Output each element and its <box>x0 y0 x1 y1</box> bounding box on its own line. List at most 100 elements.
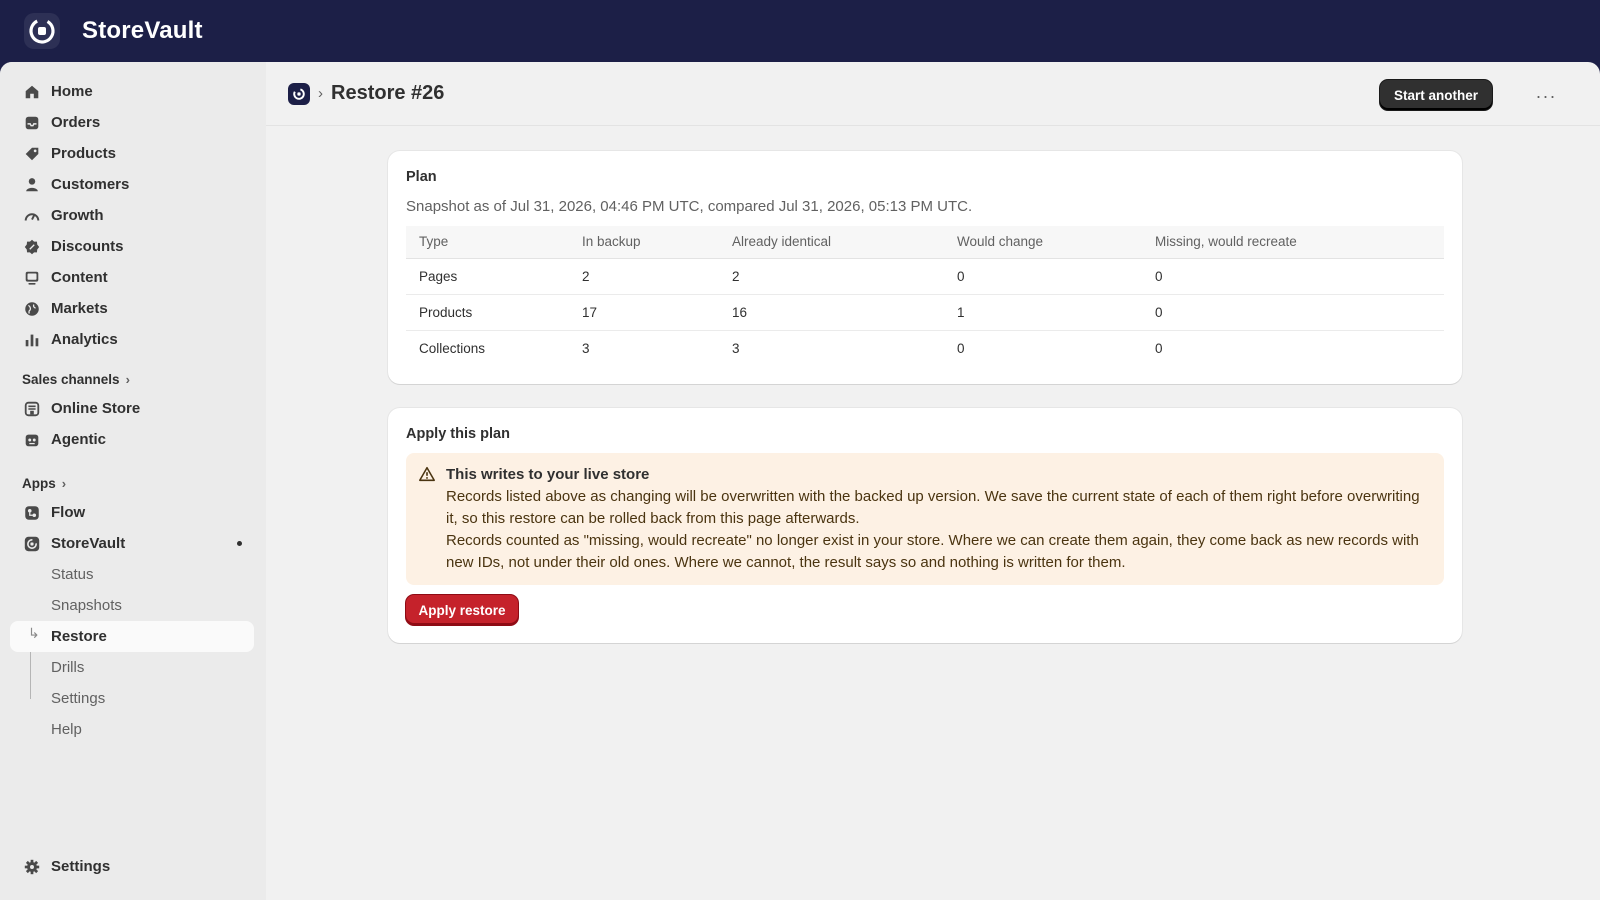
sidebar-item-label: Settings <box>51 858 111 875</box>
table-cell: 0 <box>957 340 965 356</box>
sidebar-sub-snapshots[interactable]: Snapshots <box>10 590 254 621</box>
table-cell: 3 <box>732 340 740 356</box>
sidebar-item-label: StoreVault <box>51 535 126 552</box>
gear-icon <box>22 857 42 877</box>
sidebar-item-label: Flow <box>51 504 86 521</box>
sidebar-item-markets[interactable]: Markets <box>10 293 254 324</box>
breadcrumb-separator-icon: › <box>318 85 323 102</box>
chevron-right-icon: › <box>125 371 130 387</box>
plan-card: Plan Snapshot as of Jul 31, 2026, 04:46 … <box>388 151 1462 384</box>
table-cell: 17 <box>569 294 719 331</box>
inbox-icon <box>22 113 42 133</box>
sales-channels-header[interactable]: Sales channels › <box>0 365 266 393</box>
apps-header[interactable]: Apps › <box>0 469 266 497</box>
robot-icon <box>22 430 42 450</box>
sales-channels-label: Sales channels <box>22 371 120 387</box>
globe-icon <box>22 299 42 319</box>
column-header: In backup <box>569 226 719 259</box>
table-cell: 2 <box>719 258 944 295</box>
sidebar-item-label: Orders <box>51 114 101 131</box>
bar-chart-icon <box>22 330 42 350</box>
content-icon <box>22 268 42 288</box>
sidebar-item-settings[interactable]: Settings <box>10 851 254 882</box>
table-row: Products 17 16 1 0 <box>406 294 1444 331</box>
storevault-icon <box>22 534 42 554</box>
plan-title: Plan <box>406 169 437 185</box>
home-icon <box>22 82 42 102</box>
chevron-right-icon: › <box>61 475 67 491</box>
warning-banner: This writes to your live store Records l… <box>406 453 1444 585</box>
apply-restore-button[interactable]: Apply restore <box>406 595 518 625</box>
sidebar-item-label: Home <box>51 83 93 100</box>
sidebar-item-label: Analytics <box>51 331 118 348</box>
sidebar-item-label: Content <box>51 269 108 286</box>
apps-label: Apps <box>22 475 56 491</box>
sidebar-item-label: Agentic <box>51 431 107 448</box>
person-icon <box>22 175 42 195</box>
column-header: Type <box>406 226 569 259</box>
table-cell: 0 <box>1142 294 1444 331</box>
table-cell: 2 <box>569 258 719 295</box>
sidebar-item-content[interactable]: Content <box>10 262 254 293</box>
column-header: Already identical <box>719 226 944 259</box>
main-content: › Restore #26 Start another ··· Plan Sna… <box>266 62 1600 900</box>
sidebar-item-agentic[interactable]: Agentic <box>10 424 254 455</box>
sidebar-item-label: Customers <box>51 176 130 193</box>
sidebar-item-analytics[interactable]: Analytics <box>10 324 254 355</box>
sidebar-item-flow[interactable]: Flow <box>10 497 254 528</box>
more-actions-button[interactable]: ··· <box>1532 82 1560 110</box>
sidebar-sub-status[interactable]: Status <box>10 559 254 590</box>
sidebar-footer: Settings <box>0 851 266 882</box>
sidebar-item-discounts[interactable]: Discounts <box>10 231 254 262</box>
table-cell: Pages <box>406 258 569 295</box>
sidebar-item-label: Discounts <box>51 238 124 255</box>
table-row: Pages 2 2 0 0 <box>406 258 1444 295</box>
sidebar-item-online-store[interactable]: Online Store <box>10 393 254 424</box>
storevault-icon[interactable] <box>288 82 310 105</box>
sidebar-item-label: Markets <box>51 300 108 317</box>
tag-icon <box>22 144 42 164</box>
sidebar-sub-settings[interactable]: Settings <box>10 683 254 714</box>
flow-icon <box>22 503 42 523</box>
sidebar-item-label: Products <box>51 145 117 162</box>
top-bar: StoreVault <box>0 0 1600 62</box>
discount-icon <box>22 237 42 257</box>
sidebar-sub-restore[interactable]: ↳ Restore <box>10 621 254 652</box>
tree-branch-icon: ↳ <box>28 625 40 641</box>
pinned-dot-icon <box>237 541 242 546</box>
table-cell: 3 <box>582 340 590 356</box>
plan-subtitle: Snapshot as of Jul 31, 2026, 04:46 PM UT… <box>406 198 973 215</box>
sidebar-item-label: Growth <box>51 207 104 224</box>
table-cell: Collections <box>419 340 486 356</box>
sidebar-item-products[interactable]: Products <box>10 138 254 169</box>
column-header: Missing, would recreate <box>1142 226 1444 259</box>
column-header: Would change <box>944 226 1142 259</box>
table-cell: 16 <box>719 294 944 331</box>
table-cell: 0 <box>1155 340 1163 356</box>
app-frame: Home Orders Products Customers Growth Di… <box>0 62 1600 900</box>
sidebar-item-label: Online Store <box>51 400 141 417</box>
warning-title: This writes to your live store <box>446 466 650 483</box>
sidebar-item-home[interactable]: Home <box>10 76 254 107</box>
table-row: Collections 3 3 0 0 <box>406 330 1444 366</box>
gauge-icon <box>22 206 42 226</box>
app-name: StoreVault <box>82 17 203 44</box>
table-cell: Products <box>406 294 569 331</box>
apply-plan-card: Apply this plan This writes to your live… <box>388 408 1462 643</box>
apply-title: Apply this plan <box>406 426 510 442</box>
sidebar-sub-help[interactable]: Help <box>10 714 254 745</box>
sidebar-item-customers[interactable]: Customers <box>10 169 254 200</box>
start-another-button[interactable]: Start another <box>1380 80 1492 110</box>
table-header-row: Type In backup Already identical Would c… <box>406 226 1444 259</box>
sidebar-sub-label: Restore <box>51 628 107 645</box>
storevault-logo-icon[interactable] <box>24 13 60 49</box>
sidebar-item-storevault[interactable]: StoreVault <box>10 528 254 559</box>
plan-table: Type In backup Already identical Would c… <box>406 226 1444 366</box>
sidebar-item-orders[interactable]: Orders <box>10 107 254 138</box>
table-cell: 1 <box>944 294 1142 331</box>
sidebar-sub-drills[interactable]: Drills <box>10 652 254 683</box>
table-cell: 0 <box>1142 258 1444 295</box>
warning-triangle-icon <box>419 466 435 482</box>
page-title: Restore #26 <box>331 82 445 104</box>
sidebar-item-growth[interactable]: Growth <box>10 200 254 231</box>
